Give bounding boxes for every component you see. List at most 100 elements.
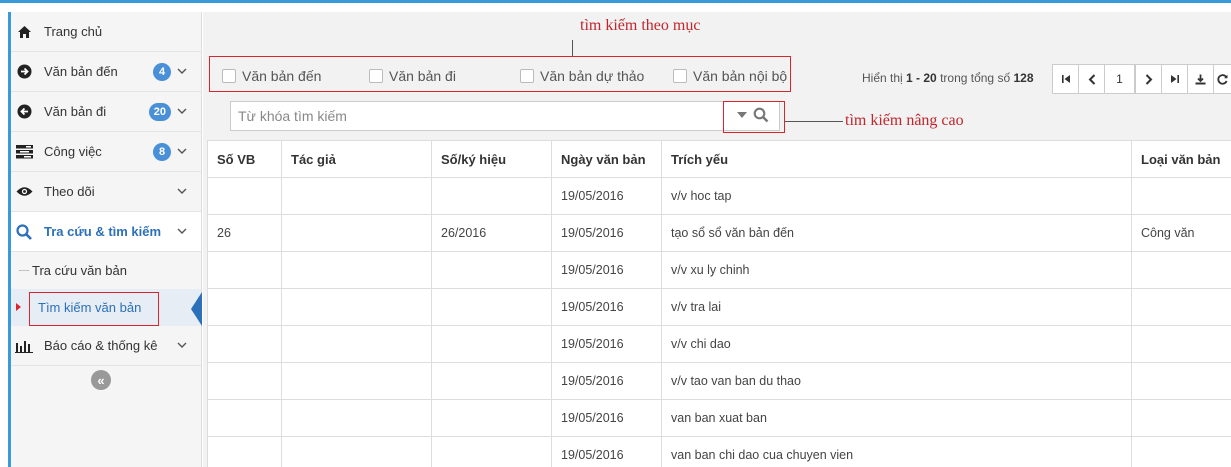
table-row[interactable]: 26 26/2016 19/05/2016 tạo sổ sổ văn bản đến…: [207, 214, 1231, 252]
table-cell: v/v hoc tap: [661, 177, 1132, 215]
keyword-search-input[interactable]: Từ khóa tìm kiếm: [230, 101, 780, 131]
bar-chart-icon: [15, 339, 33, 353]
table-row[interactable]: 19/05/2016 v/v xu ly chinh: [207, 251, 1231, 289]
filter-internal-checkbox[interactable]: Văn bản nội bộ: [673, 68, 787, 84]
table-cell: [431, 325, 552, 363]
checkbox[interactable]: [673, 69, 687, 83]
table-cell: [281, 251, 432, 289]
pager-range: 1 - 20: [906, 71, 937, 85]
chevron-down-icon: [176, 108, 188, 115]
column-header[interactable]: Loại văn bản: [1131, 140, 1231, 178]
column-header[interactable]: Trích yếu: [661, 140, 1132, 178]
sidebar-item-reports[interactable]: Báo cáo & thống kê: [11, 326, 201, 366]
table-cell: 19/05/2016: [551, 214, 662, 252]
sidebar-item-tasks[interactable]: Công việc 8: [11, 132, 201, 172]
first-page-button[interactable]: [1052, 64, 1079, 94]
search-icon[interactable]: [753, 107, 769, 126]
sidebar-item-lookup-search[interactable]: Tra cứu & tìm kiếm: [11, 212, 201, 252]
next-page-button[interactable]: [1135, 64, 1162, 94]
eye-icon: [15, 186, 33, 197]
table-cell: [431, 362, 552, 400]
table-cell: [281, 362, 432, 400]
count-badge: 20: [148, 102, 171, 121]
active-pointer-icon: [191, 292, 202, 326]
table-cell: v/v chi dao: [661, 325, 1132, 363]
table-cell: [207, 362, 282, 400]
chevron-right-icon: [1145, 73, 1152, 85]
filter-outgoing-checkbox[interactable]: Văn bản đi: [369, 68, 456, 84]
checkbox-label: Văn bản đi: [389, 68, 456, 84]
table-cell: 26: [207, 214, 282, 252]
caret-right-icon: [16, 303, 21, 311]
table-cell: [281, 436, 432, 467]
column-header[interactable]: Số/ký hiệu: [431, 140, 552, 178]
sidebar-subitem-lookup-docs[interactable]: Tra cứu văn bản: [11, 252, 201, 289]
table-cell: 19/05/2016: [551, 177, 662, 215]
last-page-icon: [1170, 75, 1179, 83]
table-row[interactable]: 19/05/2016 v/v tao van ban du thao: [207, 362, 1231, 400]
sidebar-item-incoming-docs[interactable]: Văn bản đến 4: [11, 52, 201, 92]
table-cell: [431, 177, 552, 215]
first-page-icon: [1061, 75, 1070, 83]
table-row[interactable]: 19/05/2016 v/v hoc tap: [207, 177, 1231, 215]
table-header-row: Số VB Tác giả Số/ký hiệu Ngày văn bản Tr…: [207, 140, 1231, 178]
pager-total: 128: [1013, 71, 1034, 85]
table-cell: [1131, 362, 1231, 400]
column-header[interactable]: Số VB: [207, 140, 282, 178]
chevron-left-icon: [1088, 73, 1095, 85]
count-badge: 8: [153, 142, 171, 161]
refresh-icon: [1217, 73, 1228, 85]
checkbox[interactable]: [520, 69, 534, 83]
table-cell: [207, 436, 282, 467]
column-header[interactable]: Ngày văn bản: [551, 140, 662, 178]
table-cell: van ban xuat ban: [661, 399, 1132, 437]
table-cell: [431, 288, 552, 326]
prev-page-button[interactable]: [1078, 64, 1105, 94]
filter-draft-checkbox[interactable]: Văn bản dự thảo: [520, 68, 644, 84]
annotation-category-search: tìm kiếm theo mục: [580, 17, 701, 34]
table-row[interactable]: 19/05/2016 v/v tra lai: [207, 288, 1231, 326]
table-cell: [1131, 436, 1231, 467]
page-number-input[interactable]: 1: [1104, 64, 1135, 94]
caret-down-icon[interactable]: [737, 112, 747, 118]
home-icon: [15, 25, 33, 39]
arrow-circle-left-icon: [15, 104, 33, 119]
table-cell: [207, 251, 282, 289]
download-icon: [1195, 74, 1206, 84]
tree-connector: [19, 270, 29, 271]
search-icon: [15, 223, 33, 240]
pager-prefix: Hiển thị: [862, 71, 903, 85]
table-cell: [281, 399, 432, 437]
table-row[interactable]: 19/05/2016 van ban xuat ban: [207, 399, 1231, 437]
collapse-sidebar-button[interactable]: «: [91, 370, 111, 390]
checkbox[interactable]: [222, 69, 236, 83]
table-cell: 19/05/2016: [551, 325, 662, 363]
table-cell: 26/2016: [431, 214, 552, 252]
table-cell: [281, 288, 432, 326]
sidebar-item-label: Tra cứu & tìm kiếm: [44, 224, 162, 239]
sidebar-item-outgoing-docs[interactable]: Văn bản đi 20: [11, 92, 201, 132]
sidebar-item-label: Văn bản đi: [44, 104, 107, 119]
table-row[interactable]: 19/05/2016 van ban chi dao cua chuyen vie…: [207, 436, 1231, 467]
table-cell: 19/05/2016: [551, 399, 662, 437]
column-header[interactable]: Tác giả: [281, 140, 432, 178]
last-page-button[interactable]: [1161, 64, 1188, 94]
table-cell: [431, 251, 552, 289]
download-button[interactable]: [1187, 64, 1214, 94]
refresh-button[interactable]: [1213, 64, 1231, 94]
sidebar-item-follow[interactable]: Theo dõi: [11, 172, 201, 212]
table-cell: tạo sổ sổ văn bản đến: [661, 214, 1132, 252]
table-row[interactable]: 19/05/2016 v/v chi dao: [207, 325, 1231, 363]
checkbox[interactable]: [369, 69, 383, 83]
filter-incoming-checkbox[interactable]: Văn bản đến: [222, 68, 321, 84]
sidebar-item-home[interactable]: Trang chủ: [11, 12, 201, 52]
table-cell: [207, 288, 282, 326]
sidebar-item-label: Trang chủ: [44, 24, 103, 39]
table-cell: [207, 177, 282, 215]
table-cell: 19/05/2016: [551, 362, 662, 400]
table-cell: v/v tao van ban du thao: [661, 362, 1132, 400]
pagination-info: Hiển thị 1 - 20 trong tổng số 128: [862, 71, 1034, 85]
table-cell: v/v tra lai: [661, 288, 1132, 326]
table-cell: v/v xu ly chinh: [661, 251, 1132, 289]
highlight-box: [29, 292, 159, 326]
